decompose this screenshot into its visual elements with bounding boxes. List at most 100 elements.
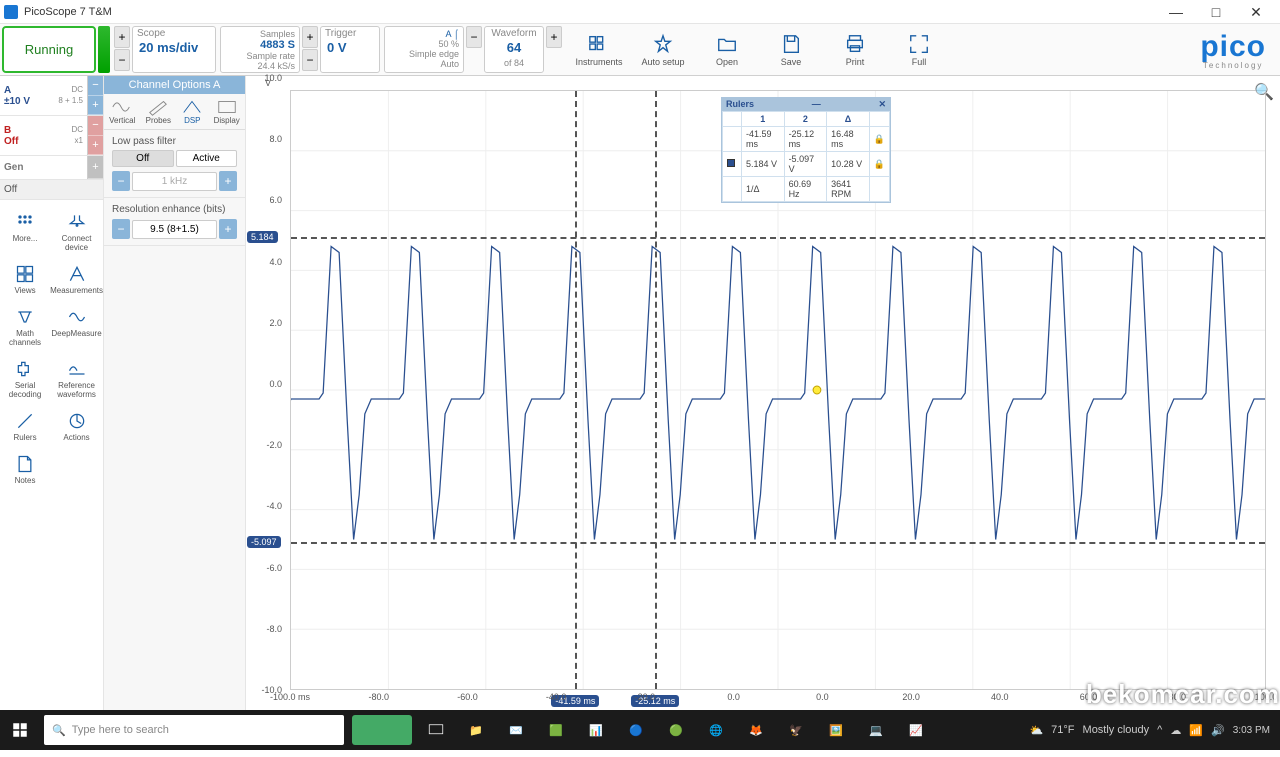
- start-button[interactable]: [0, 710, 40, 750]
- generator-panel[interactable]: Gen +: [0, 156, 103, 180]
- channel-a-minus[interactable]: −: [88, 76, 103, 96]
- dsp-option[interactable]: DSP: [181, 98, 203, 125]
- rulers-min[interactable]: —: [812, 99, 821, 110]
- news-widget[interactable]: [352, 715, 412, 745]
- scope-label: Scope: [133, 27, 215, 40]
- app-1[interactable]: 📁: [456, 710, 496, 750]
- channel-a-panel[interactable]: ADC ±10 V8 + 1.5 −+: [0, 76, 103, 116]
- scope-value[interactable]: 20 ms/div: [133, 40, 215, 58]
- views-tool[interactable]: Views: [0, 260, 50, 299]
- app-3[interactable]: 🟩: [536, 710, 576, 750]
- notes-tool[interactable]: Notes: [0, 450, 50, 489]
- waveform-next-button[interactable]: +: [546, 26, 562, 48]
- math-channels-tool[interactable]: Math channels: [0, 303, 50, 351]
- scope-down-button[interactable]: −: [114, 49, 130, 71]
- print-button[interactable]: Print: [828, 33, 882, 67]
- close-button[interactable]: ✕: [1236, 0, 1276, 24]
- app-10[interactable]: 🖼️: [816, 710, 856, 750]
- zoom-icon[interactable]: 🔍: [1254, 82, 1274, 102]
- probes-option[interactable]: Probes: [146, 98, 171, 125]
- autosetup-button[interactable]: Auto setup: [636, 33, 690, 67]
- res-incr[interactable]: +: [219, 219, 237, 239]
- tray-cloud-icon[interactable]: ☁: [1170, 724, 1181, 737]
- channel-options-header: Channel Options A: [104, 76, 245, 94]
- maximize-button[interactable]: □: [1196, 0, 1236, 24]
- h-cursor-1-tag: 5.184: [247, 231, 278, 243]
- waveform-value[interactable]: 64: [501, 40, 527, 58]
- app-11[interactable]: 💻: [856, 710, 896, 750]
- lpf-value[interactable]: 1 kHz: [132, 172, 217, 191]
- task-view-button[interactable]: [416, 710, 456, 750]
- v-cursor-1[interactable]: [575, 91, 577, 689]
- taskbar-clock[interactable]: 3:03 PM: [1233, 725, 1270, 736]
- connect-device-tool[interactable]: Connect device: [50, 208, 103, 256]
- minimize-button[interactable]: —: [1156, 0, 1196, 24]
- tray-vol-icon[interactable]: 🔊: [1211, 724, 1225, 737]
- trigger-down-button[interactable]: −: [302, 49, 318, 71]
- lpf-off-button[interactable]: Off: [112, 150, 174, 167]
- measurements-tool[interactable]: Measurements: [50, 260, 103, 299]
- search-icon: 🔍: [52, 724, 66, 737]
- save-button[interactable]: Save: [764, 33, 818, 67]
- app-8[interactable]: 🦊: [736, 710, 776, 750]
- channel-b-plus[interactable]: +: [88, 136, 103, 156]
- app-12[interactable]: 📈: [896, 710, 936, 750]
- instruments-button[interactable]: Instruments: [572, 33, 626, 67]
- reference-waveforms-tool[interactable]: Reference waveforms: [50, 355, 103, 403]
- trigger-mode: Simple edge: [409, 49, 459, 59]
- samples-value[interactable]: 4883 S: [260, 39, 295, 51]
- h-cursor-1[interactable]: [291, 237, 1265, 239]
- app-4[interactable]: 📊: [576, 710, 616, 750]
- serial-decoding-tool[interactable]: Serial decoding: [0, 355, 50, 403]
- x-axis: -100.0 ms-80.0-60.0-40.0-20.00.00.020.04…: [290, 692, 1266, 708]
- app-5[interactable]: 🔵: [616, 710, 656, 750]
- rulers-panel[interactable]: Rulers — ✕ 12Δ -41.59 ms-25.12 ms16.48 m…: [721, 97, 891, 203]
- lpf-incr[interactable]: +: [219, 171, 237, 191]
- scope-up-button[interactable]: +: [114, 26, 130, 48]
- weather-icon[interactable]: ⛅: [1029, 724, 1043, 737]
- tray-net-icon[interactable]: 📶: [1189, 724, 1203, 737]
- tray-up-icon[interactable]: ^: [1157, 724, 1162, 736]
- lpf-active-button[interactable]: Active: [176, 150, 238, 167]
- rulers-tool[interactable]: Rulers: [0, 407, 50, 446]
- trigger-icon[interactable]: A ⌠: [446, 29, 459, 39]
- channel-b-panel[interactable]: BDC Offx1 −+: [0, 116, 103, 156]
- rulers-close[interactable]: ✕: [878, 99, 886, 110]
- h-cursor-2-tag: -5.097: [247, 536, 281, 548]
- app-2[interactable]: ✉️: [496, 710, 536, 750]
- taskbar-search[interactable]: 🔍 Type here to search: [44, 715, 344, 745]
- trigger-up-button[interactable]: +: [302, 26, 318, 48]
- plot-area[interactable]: V10.08.06.04.02.00.0-2.0-4.0-6.0-8.0-10.…: [246, 76, 1280, 710]
- lpf-decr[interactable]: −: [112, 171, 130, 191]
- h-cursor-2[interactable]: [291, 542, 1265, 544]
- samplerate-label: Sample rate: [246, 51, 295, 61]
- more-tool[interactable]: More...: [0, 208, 50, 256]
- run-status-indicator: [98, 26, 110, 73]
- vertical-option[interactable]: Vertical: [109, 98, 135, 125]
- res-decr[interactable]: −: [112, 219, 130, 239]
- res-value[interactable]: 9.5 (8+1.5): [132, 220, 217, 239]
- channel-b-minus[interactable]: −: [88, 116, 103, 136]
- app-7[interactable]: 🌐: [696, 710, 736, 750]
- channel-a-plus[interactable]: +: [88, 96, 103, 116]
- samplerate-value: 24.4 kS/s: [257, 61, 295, 71]
- resolution-title: Resolution enhance (bits): [112, 204, 237, 215]
- weather-temp: 71°F: [1051, 724, 1074, 736]
- weather-cond: Mostly cloudy: [1083, 724, 1150, 736]
- trigger-value[interactable]: 0 V: [321, 40, 379, 58]
- v-cursor-2[interactable]: [655, 91, 657, 689]
- run-button[interactable]: Running: [2, 26, 96, 73]
- samples-label: Samples: [260, 29, 295, 39]
- deepmeasure-tool[interactable]: DeepMeasure: [50, 303, 103, 351]
- search-placeholder: Type here to search: [72, 724, 169, 736]
- fullscreen-button[interactable]: Full: [892, 33, 946, 67]
- waveform-prev-button[interactable]: −: [466, 26, 482, 48]
- app-9[interactable]: 🦅: [776, 710, 816, 750]
- app-6[interactable]: 🟢: [656, 710, 696, 750]
- actions-tool[interactable]: Actions: [50, 407, 103, 446]
- trigger-pct: 50 %: [438, 39, 459, 49]
- gen-toggle[interactable]: +: [88, 156, 103, 179]
- display-option[interactable]: Display: [214, 98, 240, 125]
- trigger-auto: Auto: [440, 59, 459, 69]
- open-button[interactable]: Open: [700, 33, 754, 67]
